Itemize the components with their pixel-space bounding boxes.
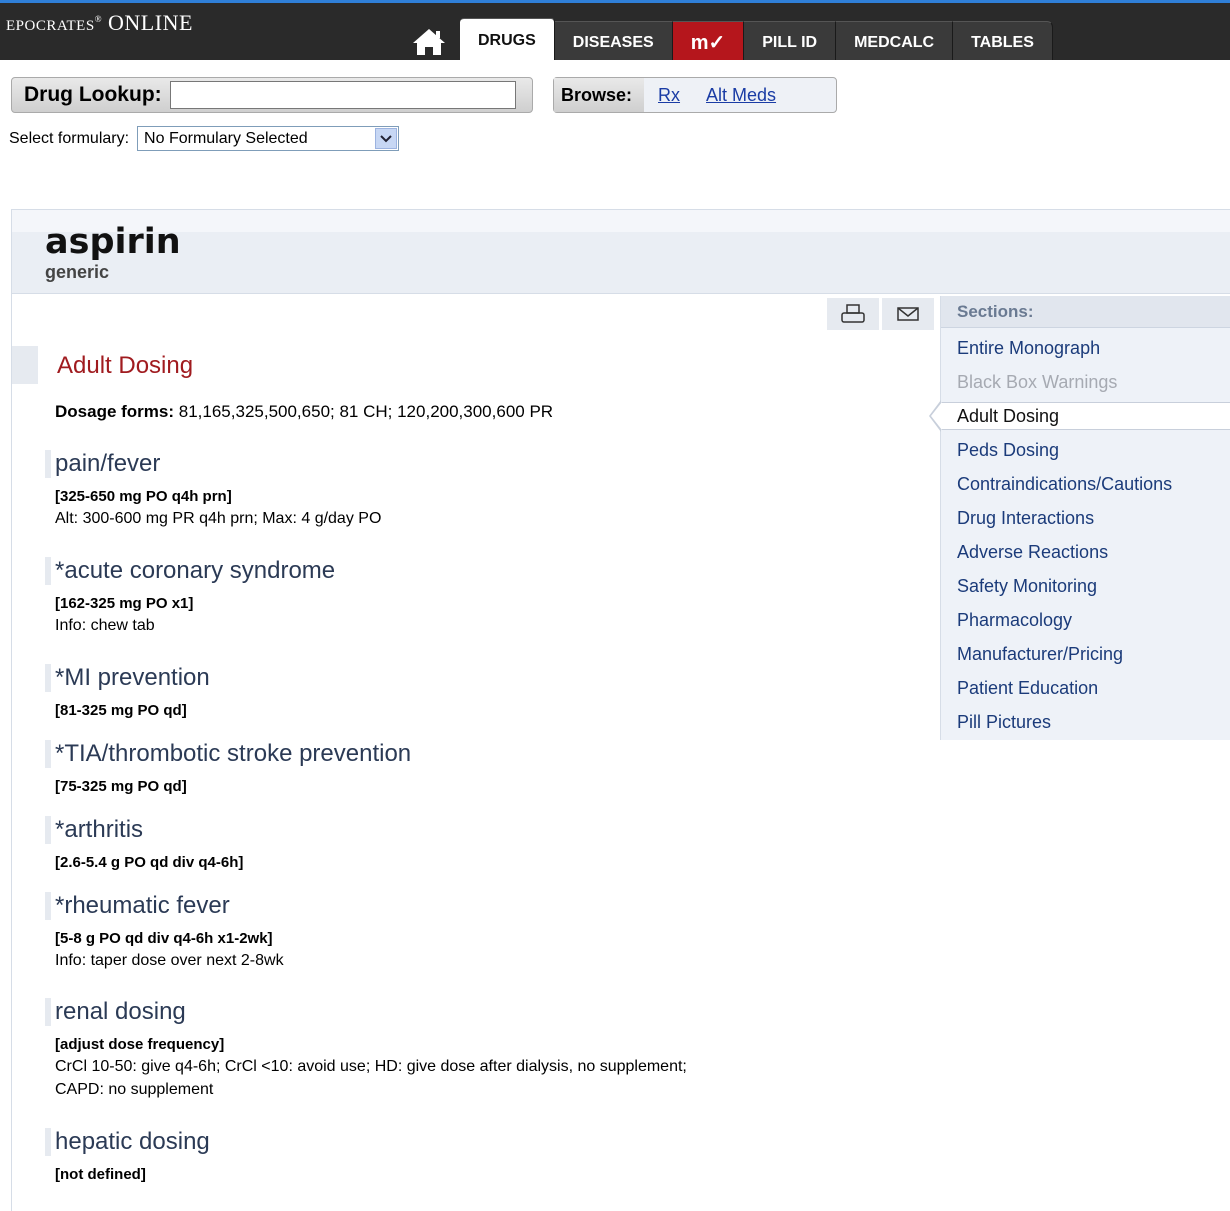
browse-rx-link[interactable]: Rx bbox=[658, 85, 680, 106]
sidebar-item-contraindications[interactable]: Contraindications/Cautions bbox=[957, 474, 1172, 495]
indication-dose: [not defined] bbox=[55, 1166, 146, 1183]
indication-marker bbox=[45, 740, 51, 768]
sections-sidebar: Sections: Entire Monograph Black Box War… bbox=[929, 296, 1230, 740]
indication-marker bbox=[45, 557, 51, 585]
chevron-down-icon[interactable] bbox=[375, 128, 398, 149]
indication-title: renal dosing bbox=[55, 998, 186, 1025]
indication-info: Info: taper dose over next 2-8wk bbox=[55, 952, 284, 969]
drug-lookup-box: Drug Lookup: bbox=[11, 77, 533, 113]
tab-pill-id[interactable]: PILL ID bbox=[744, 21, 837, 63]
drug-type: generic bbox=[45, 262, 110, 282]
sidebar-item-drug-interactions[interactable]: Drug Interactions bbox=[957, 508, 1094, 529]
formulary-select[interactable]: No Formulary Selected bbox=[137, 126, 400, 151]
indication-dose: [adjust dose frequency] bbox=[55, 1036, 225, 1053]
drug-lookup-input[interactable] bbox=[169, 81, 516, 109]
sidebar-item-pill-pictures[interactable]: Pill Pictures bbox=[957, 712, 1051, 733]
home-icon bbox=[413, 29, 445, 55]
formulary-select-row: Select formulary: No Formulary Selected bbox=[9, 126, 400, 151]
drug-header-strip bbox=[12, 210, 1230, 232]
formulary-selected-value: No Formulary Selected bbox=[144, 129, 308, 147]
sidebar-item-adverse-reactions[interactable]: Adverse Reactions bbox=[957, 542, 1108, 563]
tab-mv[interactable]: m✓ bbox=[672, 21, 745, 63]
section-title: Adult Dosing bbox=[57, 352, 194, 379]
indication-title: *MI prevention bbox=[55, 664, 210, 691]
section-marker bbox=[12, 346, 38, 384]
active-section-notch-inner bbox=[931, 402, 942, 430]
indication-dose: [162-325 mg PO x1] bbox=[55, 595, 194, 612]
indication-marker bbox=[45, 1128, 51, 1156]
indication-dose: [325-650 mg PO q4h prn] bbox=[55, 488, 232, 505]
top-navigation-bar: EPOCRATES® ONLINE DRUGS DISEASES m✓ PILL… bbox=[0, 0, 1230, 63]
indication-title: *arthritis bbox=[55, 816, 144, 843]
logo-text: EPOCRATES bbox=[6, 10, 95, 35]
drug-header: aspirin generic bbox=[11, 209, 1230, 294]
email-icon bbox=[897, 307, 919, 321]
dosage-forms: Dosage forms: 81,165,325,500,650; 81 CH;… bbox=[55, 402, 553, 422]
sidebar-item-entire-monograph[interactable]: Entire Monograph bbox=[957, 338, 1100, 359]
logo-suffix: ONLINE bbox=[108, 10, 193, 35]
indication-marker bbox=[45, 998, 51, 1026]
sidebar-item-adult-dosing[interactable]: Adult Dosing bbox=[957, 406, 1059, 427]
indication-title: *TIA/thrombotic stroke prevention bbox=[55, 740, 412, 767]
indication-info: CrCl 10-50: give q4-6h; CrCl <10: avoid … bbox=[55, 1058, 687, 1075]
sidebar-item-black-box-warnings: Black Box Warnings bbox=[957, 372, 1118, 392]
indication-marker bbox=[45, 892, 51, 920]
dosage-forms-label: Dosage forms: bbox=[55, 402, 175, 421]
indication-dose: [81-325 mg PO qd] bbox=[55, 702, 187, 719]
content-border bbox=[11, 294, 12, 1211]
browse-alt-meds-link[interactable]: Alt Meds bbox=[706, 85, 776, 106]
logo-registered-mark: ® bbox=[94, 14, 103, 24]
tab-medcalc[interactable]: MEDCALC bbox=[836, 21, 954, 63]
indication-info-continued: CAPD: no supplement bbox=[55, 1081, 214, 1098]
indication-dose: [2.6-5.4 g PO qd div q4-6h] bbox=[55, 854, 244, 871]
dosage-forms-value: 81,165,325,500,650; 81 CH; 120,200,300,6… bbox=[178, 402, 554, 421]
sidebar-item-pharmacology[interactable]: Pharmacology bbox=[957, 610, 1072, 631]
tab-diseases[interactable]: DISEASES bbox=[554, 21, 673, 63]
indication-title: pain/fever bbox=[55, 450, 161, 477]
print-button[interactable] bbox=[827, 298, 879, 330]
print-icon bbox=[841, 304, 865, 323]
home-tab[interactable] bbox=[398, 21, 460, 63]
main-tabs: DRUGS DISEASES m✓ PILL ID MEDCALC TABLES bbox=[398, 18, 1053, 63]
indication-marker bbox=[45, 450, 51, 478]
indication-info: Alt: 300-600 mg PR q4h prn; Max: 4 g/day… bbox=[55, 510, 382, 527]
lookup-area: Drug Lookup: Browse: Rx Alt Meds Select … bbox=[0, 60, 1230, 205]
tab-tables[interactable]: TABLES bbox=[953, 21, 1053, 63]
indication-marker bbox=[45, 816, 51, 844]
indication-dose: [75-325 mg PO qd] bbox=[55, 778, 187, 795]
sidebar-item-peds-dosing[interactable]: Peds Dosing bbox=[957, 440, 1059, 461]
drug-lookup-label: Drug Lookup: bbox=[24, 83, 162, 106]
indication-dose: [5-8 g PO qd div q4-6h x1-2wk] bbox=[55, 930, 273, 947]
browse-box: Browse: Rx Alt Meds bbox=[553, 77, 837, 113]
browse-label: Browse: bbox=[554, 78, 645, 112]
indication-title: *rheumatic fever bbox=[55, 892, 230, 919]
sections-heading: Sections: bbox=[941, 296, 1230, 328]
sidebar-item-manufacturer-pricing[interactable]: Manufacturer/Pricing bbox=[957, 644, 1123, 665]
sidebar-item-safety-monitoring[interactable]: Safety Monitoring bbox=[957, 576, 1097, 597]
indication-title: *acute coronary syndrome bbox=[55, 557, 336, 584]
indication-title: hepatic dosing bbox=[55, 1128, 210, 1155]
drug-name: aspirin bbox=[45, 222, 181, 262]
formulary-label: Select formulary: bbox=[9, 129, 130, 147]
email-button[interactable] bbox=[882, 298, 934, 330]
indication-marker bbox=[45, 664, 51, 692]
tab-drugs[interactable]: DRUGS bbox=[460, 18, 555, 63]
active-tab-pointer bbox=[484, 60, 516, 74]
indication-info: Info: chew tab bbox=[55, 617, 155, 634]
epocrates-logo[interactable]: EPOCRATES® ONLINE bbox=[6, 10, 193, 36]
sidebar-item-patient-education[interactable]: Patient Education bbox=[957, 678, 1098, 699]
